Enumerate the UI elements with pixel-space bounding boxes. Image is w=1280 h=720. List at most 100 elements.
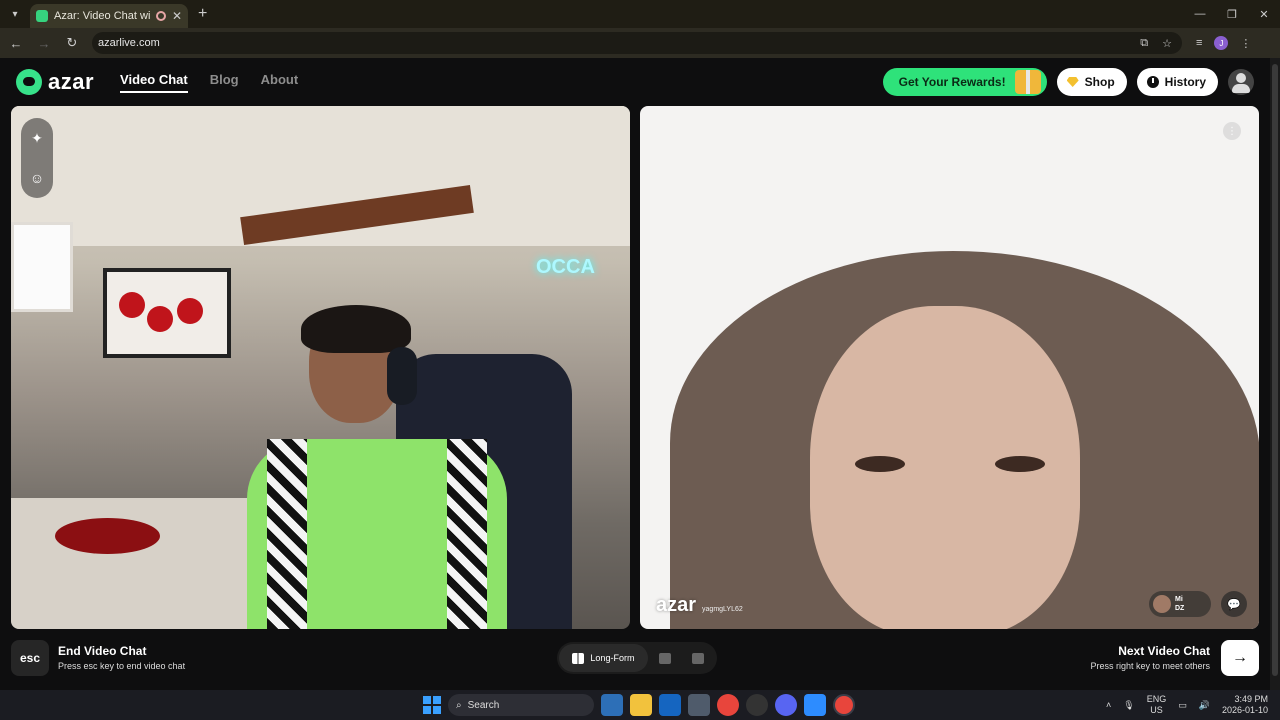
long-form-layout-button[interactable]: Long-Form: [559, 644, 648, 672]
sparkle-effects-icon[interactable]: ✦: [31, 130, 43, 147]
shop-button[interactable]: Shop: [1056, 68, 1127, 96]
minimize-button[interactable]: —: [1184, 0, 1216, 28]
diamond-icon: [1066, 77, 1079, 87]
nav-blog[interactable]: Blog: [210, 72, 239, 93]
profile-avatar[interactable]: J: [1214, 36, 1229, 50]
nav-about[interactable]: About: [261, 72, 299, 93]
partner-info[interactable]: Mi DZ: [1149, 591, 1211, 617]
tab-close-icon[interactable]: ✕: [172, 9, 182, 23]
chrome-icon[interactable]: [717, 694, 739, 716]
gift-icon: [1014, 70, 1041, 94]
discord-icon[interactable]: [775, 694, 797, 716]
tab-title: Azar: Video Chat with New: [54, 10, 150, 22]
volume-icon[interactable]: 🔊: [1199, 700, 1210, 711]
bed: [11, 498, 261, 629]
site-header: azar Video Chat Blog About Get Your Rewa…: [0, 58, 1270, 106]
more-options-icon[interactable]: ⋮: [1223, 122, 1241, 140]
reload-icon[interactable]: ↻: [60, 35, 84, 51]
partner-country: DZ: [1175, 605, 1185, 612]
jersey-pattern: [267, 439, 307, 629]
search-placeholder: Search: [467, 699, 500, 711]
network-icon[interactable]: ▭: [1178, 700, 1187, 711]
bookmark-star-icon[interactable]: ☆: [1162, 37, 1172, 50]
chrome-active-icon[interactable]: [833, 694, 855, 716]
widgets-icon[interactable]: [601, 694, 623, 716]
taskbar-clock[interactable]: 3:49 PM 2026-01-10: [1222, 694, 1268, 716]
store-icon[interactable]: [688, 694, 710, 716]
end-chat-text: End Video Chat Press esc key to end vide…: [58, 644, 185, 671]
install-app-icon[interactable]: ⧉: [1140, 37, 1148, 50]
eye: [855, 456, 905, 472]
grid-layout-button[interactable]: [681, 644, 715, 672]
end-chat-button[interactable]: esc: [11, 640, 49, 676]
history-button[interactable]: History: [1136, 68, 1218, 96]
browser-menu-icon[interactable]: ⋮: [1240, 37, 1251, 50]
back-icon[interactable]: ←: [4, 36, 28, 51]
browser-toolbar: ← → ↻ ⚙ azarlive.com ⧉ ☆ ≡ J ⋮: [0, 28, 1280, 102]
forward-icon[interactable]: →: [32, 36, 56, 51]
clock-time: 3:49 PM: [1234, 694, 1268, 704]
azar-logo[interactable]: azar: [16, 69, 94, 95]
main-nav: Video Chat Blog About: [120, 72, 298, 93]
face-filter-icon[interactable]: ☺: [30, 170, 44, 186]
flower: [177, 298, 203, 324]
address-bar[interactable]: ⚙ azarlive.com ⧉ ☆: [0, 32, 1182, 102]
taskbar-search[interactable]: ⌕ Search: [448, 694, 594, 716]
headset: [387, 347, 417, 405]
jersey: [247, 439, 507, 629]
recording-icon: [155, 11, 166, 21]
media-control-icon[interactable]: ≡: [1196, 37, 1202, 49]
outlook-icon[interactable]: [659, 694, 681, 716]
neon-sign: OCCA: [536, 256, 595, 278]
end-chat-hint: Press esc key to end video chat: [58, 661, 186, 671]
close-window-button[interactable]: ✕: [1248, 0, 1280, 28]
azar-favicon-icon: [36, 10, 48, 22]
rewards-button[interactable]: Get Your Rewards!: [882, 68, 1047, 96]
tab-search-icon[interactable]: ▾: [4, 3, 26, 25]
end-chat-title: End Video Chat: [58, 644, 147, 658]
windows-start-icon[interactable]: [423, 696, 441, 714]
obs-icon[interactable]: [746, 694, 768, 716]
partner-name: Mi: [1175, 596, 1183, 603]
next-chat-button[interactable]: →: [1221, 640, 1259, 676]
taskbar-apps: ⌕ Search: [423, 690, 855, 720]
red-pillow: [55, 518, 160, 554]
new-tab-button[interactable]: +: [198, 5, 207, 23]
microphone-icon[interactable]: 🎙: [1123, 700, 1134, 711]
chat-icon[interactable]: 💬: [1221, 591, 1247, 617]
file-explorer-icon[interactable]: [630, 694, 652, 716]
flower: [119, 292, 145, 318]
split-layout-icon: [572, 652, 585, 664]
watermark-id: yagmgLYL62: [702, 606, 743, 613]
zoom-icon[interactable]: [804, 694, 826, 716]
shop-label: Shop: [1084, 75, 1115, 89]
partner-details: Mi DZ: [1175, 595, 1184, 613]
header-actions: Get Your Rewards! Shop History: [882, 68, 1270, 96]
history-label: History: [1164, 75, 1206, 89]
stacked-layout-button[interactable]: [648, 644, 682, 672]
scrollbar-thumb[interactable]: [1272, 64, 1278, 676]
restore-button[interactable]: ❐: [1216, 0, 1248, 28]
partner-avatar: [1153, 595, 1171, 613]
language-indicator[interactable]: ENG US: [1147, 694, 1167, 716]
next-chat-title: Next Video Chat: [1118, 644, 1210, 658]
tray-expand-icon[interactable]: ˄: [1106, 700, 1111, 710]
partner-video: ⋮ azar yagmgLYL62 Mi DZ 💬: [640, 106, 1259, 629]
azar-logo-icon: [16, 69, 42, 95]
hair: [301, 305, 411, 353]
flower-painting: [103, 268, 231, 358]
azar-page: azar Video Chat Blog About Get Your Rewa…: [0, 58, 1280, 690]
page-scrollbar[interactable]: [1270, 58, 1280, 690]
flower: [147, 306, 173, 332]
lang-bottom: US: [1150, 705, 1163, 715]
url-text: azarlive.com: [98, 37, 160, 49]
user-profile-button[interactable]: [1228, 69, 1254, 95]
next-chat-hint: Press right key to meet others: [1090, 661, 1210, 671]
my-video: OCCA ✦ ☺: [11, 106, 630, 629]
eye: [995, 456, 1045, 472]
browser-tab[interactable]: Azar: Video Chat with New ✕: [30, 4, 188, 28]
browser-tab-bar: ▾ Azar: Video Chat with New ✕ + — ❐ ✕: [0, 0, 1280, 28]
rewards-label: Get Your Rewards!: [898, 75, 1006, 89]
nav-video-chat[interactable]: Video Chat: [120, 72, 188, 93]
self-person: [247, 305, 507, 629]
